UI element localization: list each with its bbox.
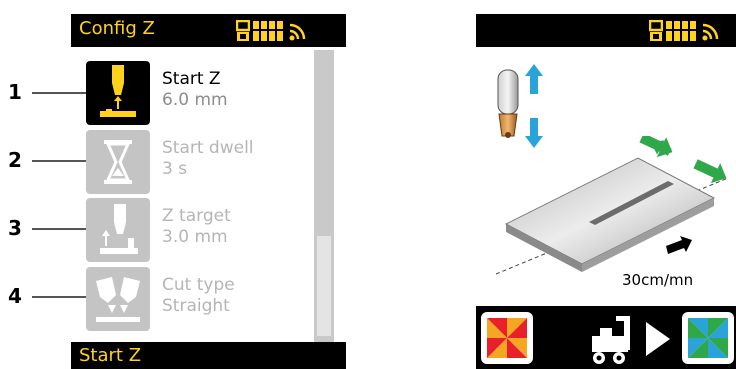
menu-item-start-z[interactable]: Start Z 6.0 mm	[86, 61, 311, 127]
torch-start-z-icon	[86, 61, 150, 125]
item-label: Start dwell	[162, 138, 254, 158]
config-z-screen: Config Z Start Z 6.0 mm Start dwell 3 s …	[71, 14, 346, 369]
status-icons	[236, 20, 307, 42]
callout-line	[32, 228, 86, 230]
callout-line	[32, 160, 86, 162]
screen-header: Config Z	[71, 14, 346, 47]
scrollbar-thumb[interactable]	[317, 236, 331, 336]
screen-title: Config Z	[79, 18, 155, 39]
torch-z-target-icon	[86, 198, 150, 262]
wifi-icon	[702, 23, 719, 41]
stop-icon[interactable]	[481, 312, 533, 364]
wifi-icon	[289, 23, 306, 41]
item-value: Straight	[162, 296, 230, 316]
callout-number: 4	[8, 284, 22, 308]
item-value: 3.0 mm	[162, 227, 228, 247]
item-label: Z target	[162, 206, 231, 226]
callout-number: 3	[8, 216, 22, 240]
item-label: Cut type	[162, 275, 235, 295]
screen-footer: Start Z	[71, 342, 346, 369]
status-icons	[649, 20, 720, 42]
menu-item-cut-type[interactable]: Cut type Straight	[86, 267, 311, 333]
workpiece-illustration	[495, 136, 729, 275]
carriage-icon	[592, 316, 630, 364]
device-icon	[649, 20, 663, 41]
play-icon[interactable]	[644, 322, 672, 356]
hourglass-icon	[86, 130, 150, 194]
speed-readout: 30cm/mn	[622, 271, 694, 289]
screen-header	[476, 14, 736, 47]
footer-label: Start Z	[79, 345, 142, 366]
callout-number: 2	[8, 148, 22, 172]
menu-item-z-target[interactable]: Z target 3.0 mm	[86, 198, 311, 264]
item-value: 3 s	[162, 159, 188, 179]
cut-type-icon	[86, 267, 150, 331]
item-label: Start Z	[162, 69, 221, 89]
battery-icon	[666, 21, 696, 41]
battery-icon	[253, 21, 283, 41]
scrollbar[interactable]	[314, 50, 334, 350]
item-value: 6.0 mm	[162, 90, 228, 110]
callout-number: 1	[8, 80, 22, 104]
screen-footer	[476, 306, 736, 369]
start-icon[interactable]	[682, 312, 734, 364]
menu-item-start-dwell[interactable]: Start dwell 3 s	[86, 130, 311, 196]
callout-line	[32, 296, 86, 298]
cutting-screen: 30cm/mn	[476, 14, 736, 369]
device-icon	[236, 20, 250, 41]
callout-line	[32, 92, 86, 94]
